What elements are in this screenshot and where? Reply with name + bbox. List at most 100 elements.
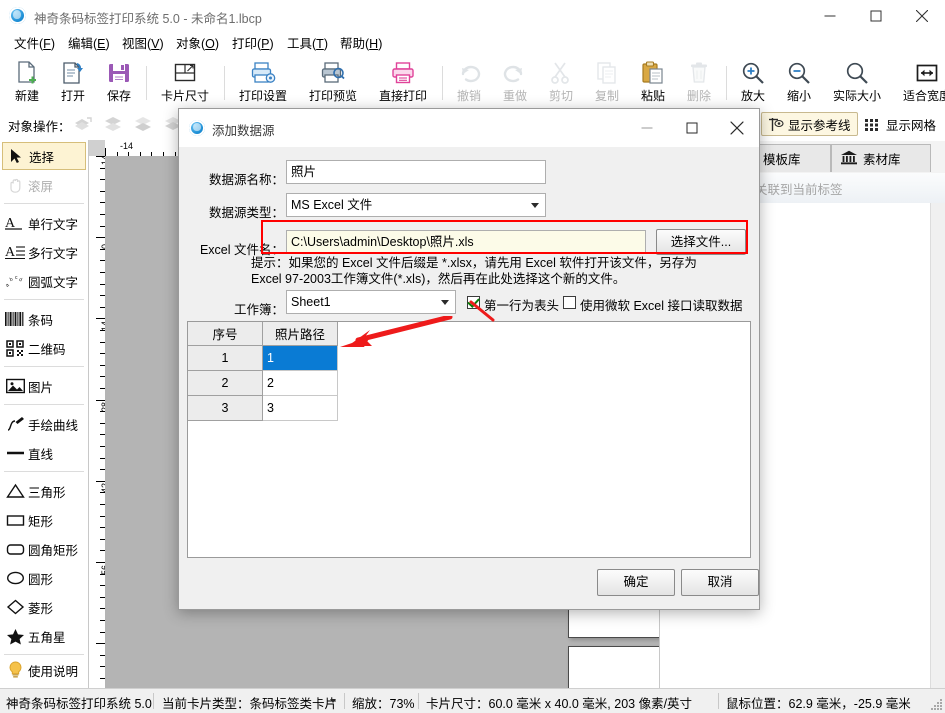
- palette-separator: [4, 203, 84, 204]
- maximize-icon: [870, 10, 882, 21]
- show-grid-button[interactable]: 显示网格: [860, 112, 940, 136]
- table-row[interactable]: 11: [188, 345, 338, 371]
- application-window: 神奇条码标签打印系统 5.0 - 未命名1.lbcp 文件(F) 编辑(E) 视图(…: [0, 0, 945, 713]
- palette-tool-star[interactable]: 五角星: [2, 622, 86, 650]
- palette-tool-triangle[interactable]: 三角形: [2, 477, 86, 505]
- datasource-name-input[interactable]: 照片: [286, 160, 546, 184]
- status-card-type[interactable]: 当前卡片类型：条码标签类卡片: [162, 693, 337, 712]
- window-title: 神奇条码标签打印系统 5.0 - 未命名1.lbcp: [34, 12, 262, 26]
- toolbar-button-copy[interactable]: 复制: [584, 58, 630, 106]
- toolbar-button-zoom-out[interactable]: 缩小: [776, 58, 822, 106]
- toolbar-button-print-preview[interactable]: 打印预览: [298, 58, 368, 106]
- bring-to-front-icon[interactable]: [72, 114, 94, 134]
- palette-tool-diamond[interactable]: 菱形: [2, 593, 86, 621]
- use-ms-interface-checkbox[interactable]: [563, 296, 576, 309]
- table-row[interactable]: 22: [188, 370, 338, 396]
- ruler-tick: [96, 400, 105, 401]
- palette-tool-qrcode[interactable]: 二维码: [2, 334, 86, 362]
- palette-tool-label: 五角星: [28, 630, 66, 645]
- palette-tool-rectangle[interactable]: 矩形: [2, 506, 86, 534]
- right-tab-material[interactable]: 素材库: [831, 144, 931, 172]
- window-titlebar: 神奇条码标签打印系统 5.0 - 未命名1.lbcp: [0, 0, 945, 33]
- excel-hint-line1: 提示：如果您的 Excel 文件后缀是 *.xlsx，请先用 Excel 软件打…: [251, 256, 697, 270]
- bring-forward-icon[interactable]: [102, 114, 124, 134]
- window-minimize-button[interactable]: [807, 0, 853, 31]
- palette-tool-line[interactable]: 直线: [2, 439, 86, 467]
- window-maximize-button[interactable]: [853, 0, 899, 31]
- maximize-icon: [686, 122, 697, 133]
- datasource-preview-grid[interactable]: 序号 照片路径 1 1 2 2 3 3: [187, 321, 751, 558]
- palette-tool-ellipse[interactable]: 圆形: [2, 564, 86, 592]
- first-row-header-checkbox[interactable]: [467, 296, 480, 309]
- vertical-ruler[interactable]: -14014284256: [89, 156, 106, 688]
- print-direct-icon: [368, 60, 438, 87]
- toolbar-button-label: 新建: [14, 89, 39, 103]
- toolbar-button-delete[interactable]: 删除: [676, 58, 722, 106]
- menu-item-0[interactable]: 文件(F): [8, 35, 61, 54]
- palette-tool-rounded-rect[interactable]: 圆角矩形: [2, 535, 86, 563]
- menu-item-5[interactable]: 工具(T): [281, 35, 334, 54]
- menu-item-4[interactable]: 打印(P): [226, 35, 280, 54]
- toolbar-button-print-direct[interactable]: 直接打印: [368, 58, 438, 106]
- toolbar-button-open-file[interactable]: 打开: [50, 58, 96, 106]
- photo-path-cell[interactable]: 1: [262, 345, 338, 371]
- photo-path-cell[interactable]: 3: [262, 395, 338, 421]
- toolbar-button-card-size[interactable]: 卡片尺寸: [150, 58, 220, 106]
- worksheet-select[interactable]: Sheet1: [286, 290, 456, 314]
- database-panel-scrollbar[interactable]: [930, 203, 945, 688]
- zoom-out-icon: [776, 60, 822, 87]
- toolbar-button-zoom-in[interactable]: 放大: [730, 58, 776, 106]
- ok-button[interactable]: 确定: [597, 569, 675, 596]
- menu-bar: 文件(F) 编辑(E) 视图(V) 对象(O) 打印(P) 工具(T) 帮助(H): [0, 32, 945, 56]
- chevron-down-icon: [441, 300, 449, 305]
- card-type-chevron-down-icon[interactable]: [330, 699, 336, 703]
- palette-tool-hand-pan[interactable]: 滚屏: [2, 171, 86, 199]
- menu-item-6[interactable]: 帮助(H): [334, 35, 388, 54]
- palette-tool-freehand-curve[interactable]: 手绘曲线: [2, 410, 86, 438]
- dialog-close-button[interactable]: [714, 109, 759, 146]
- menu-item-2[interactable]: 视图(V): [116, 35, 170, 54]
- dialog-minimize-button[interactable]: [624, 109, 669, 146]
- menu-item-1[interactable]: 编辑(E): [62, 35, 116, 54]
- multi-line-text-icon: A: [2, 244, 28, 260]
- excel-filename-input[interactable]: C:\Users\admin\Desktop\照片.xls: [286, 230, 646, 254]
- show-grid-label: 显示网格: [886, 118, 937, 133]
- dialog-title: 添加数据源: [212, 124, 275, 138]
- palette-tool-image[interactable]: 图片: [2, 372, 86, 400]
- toolbar-button-redo[interactable]: 重做: [492, 58, 538, 106]
- datasource-type-select[interactable]: MS Excel 文件: [286, 193, 546, 217]
- ruler-tick: [96, 318, 105, 319]
- table-row[interactable]: 33: [188, 395, 338, 421]
- toolbar-button-print-setup[interactable]: 打印设置: [228, 58, 298, 106]
- column-header[interactable]: 序号: [188, 322, 263, 346]
- show-guides-button[interactable]: 显示参考线: [761, 112, 858, 136]
- palette-tool-single-line-text[interactable]: A 单行文字: [2, 209, 86, 237]
- palette-tool-barcode[interactable]: 条码: [2, 305, 86, 333]
- toolbar-button-cut[interactable]: 剪切: [538, 58, 584, 106]
- toolbar-button-actual-size[interactable]: 实际大小: [822, 58, 892, 106]
- toolbar-button-paste[interactable]: 粘贴: [630, 58, 676, 106]
- palette-help-button[interactable]: 使用说明: [2, 656, 86, 684]
- right-tool-label: 关联到当前标签: [755, 182, 843, 197]
- palette-tool-arc-text[interactable]: a b c d 圆弧文字: [2, 267, 86, 295]
- window-close-button[interactable]: [899, 0, 945, 31]
- photo-path-cell[interactable]: 2: [262, 370, 338, 396]
- palette-tool-multi-line-text[interactable]: A 多行文字: [2, 238, 86, 266]
- column-header[interactable]: 照片路径: [262, 322, 338, 346]
- actual-size-icon: [822, 60, 892, 87]
- cancel-button[interactable]: 取消: [681, 569, 759, 596]
- toolbar-button-undo[interactable]: 撤销: [446, 58, 492, 106]
- send-backward-icon[interactable]: [132, 114, 154, 134]
- resize-grip-icon[interactable]: [931, 699, 943, 711]
- browse-file-button[interactable]: 选择文件...: [656, 229, 746, 255]
- excel-hint-line2: Excel 97-2003工作簿文件(*.xls)，然后再在此处选择这个新的文件…: [251, 272, 626, 286]
- toolbar-button-save[interactable]: 保存: [96, 58, 142, 106]
- menu-item-3[interactable]: 对象(O): [170, 35, 225, 54]
- toolbar-button-label: 打印预览: [308, 89, 357, 103]
- dialog-maximize-button[interactable]: [669, 109, 714, 146]
- toolbar-button-fit-width[interactable]: 适合宽度: [892, 58, 945, 106]
- palette-separator: [4, 654, 84, 655]
- palette-tool-cursor-arrow[interactable]: 选择: [2, 142, 86, 170]
- toolbar-button-new-file[interactable]: 新建: [4, 58, 50, 106]
- toolbar-separator-3: [726, 66, 727, 100]
